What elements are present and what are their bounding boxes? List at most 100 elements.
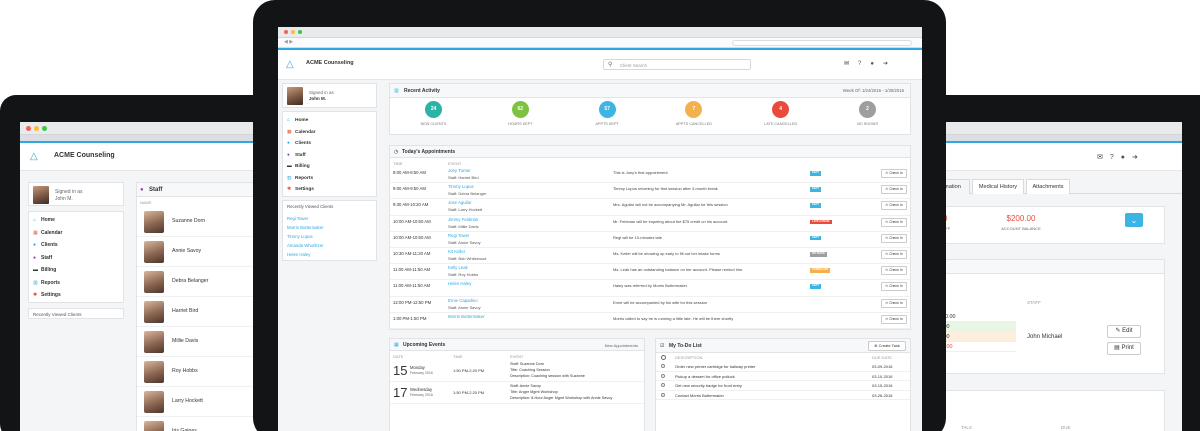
appointment-staff: Staff: Annie Savoy	[448, 304, 481, 310]
help-icon[interactable]: ?	[858, 61, 870, 67]
appointment-client[interactable]: Ernie Capadino	[448, 298, 478, 303]
check-in-button[interactable]: ⊙ Check In	[881, 314, 907, 324]
sidebar-item-clients[interactable]: ● Clients	[29, 239, 123, 252]
check-in-button[interactable]: ⊙ Check In	[881, 233, 907, 243]
appointment-client[interactable]: Jose Aguilar	[448, 200, 471, 205]
stat-label: APPTS KEPT	[595, 122, 619, 126]
logout-icon[interactable]: ➜	[883, 61, 897, 67]
home-icon: ⌂	[287, 118, 290, 123]
upcoming-events-panel: ▦ Upcoming Events New Appointments DATE …	[389, 338, 645, 431]
header-icons: ✉?●➜	[844, 60, 897, 67]
staff-name: Larry Hockett	[172, 398, 203, 404]
sidebar-item-billing[interactable]: ▬ Billing	[29, 264, 123, 277]
week-range: Week Of: 1/24/2016 - 1/30/2016	[842, 88, 904, 93]
appointment-row: 9:30 AM-10:20 AM Jose Aguilar Staff: Larry…	[390, 199, 910, 216]
tab-medical-history[interactable]: Medical History	[972, 179, 1024, 194]
left-device-frame: △ ACME Counseling Signed in as John M. ⌂…	[0, 95, 280, 431]
print-button[interactable]: ▤ Print	[1107, 342, 1141, 355]
create-task-button[interactable]: ⊕ Create Task	[868, 341, 906, 351]
appointment-row: 10:00 AM-10:50 AM Jimmy Feldman Staff: Mil…	[390, 216, 910, 232]
sidebar-item-staff[interactable]: ● Staff	[283, 150, 376, 162]
appointment-client[interactable]: Kit Keller	[448, 249, 465, 254]
appointment-time: 1:00 PM-1:50 PM	[393, 315, 427, 321]
stat-label: HOURS KEPT	[507, 122, 533, 126]
appointment-client[interactable]: Regi Tower	[448, 233, 469, 238]
check-in-button[interactable]: ⊙ Check In	[881, 298, 907, 308]
profile-icon[interactable]: ●	[870, 61, 883, 67]
profile-icon[interactable]: ●	[1121, 154, 1132, 161]
tab-attachments[interactable]: Attachments	[1026, 179, 1070, 194]
help-icon[interactable]: ?	[1110, 154, 1121, 161]
sidebar-item-home[interactable]: ⌂ Home	[283, 115, 376, 127]
todo-description: Order new printer cartridge for hallway …	[675, 364, 756, 369]
check-in-button[interactable]: ⊙ Check In	[881, 169, 907, 178]
client-search-field[interactable]: ⚲ Client Search	[603, 59, 751, 70]
todo-select-all[interactable]	[661, 355, 666, 360]
sidebar-item-reports[interactable]: ▥ Reports	[283, 173, 376, 185]
event-month: February 2016	[410, 371, 433, 375]
sidebar-item-settings[interactable]: ✱ Settings	[29, 289, 123, 302]
sidebar-item-label: Calendar	[295, 129, 316, 135]
todo-item: Get new security badge for front entry 03…	[656, 381, 910, 391]
edit-button[interactable]: ✎ Edit	[1107, 325, 1141, 338]
notifications-icon[interactable]: ✉	[1097, 154, 1110, 161]
sidebar-item-settings[interactable]: ✱ Settings	[283, 184, 376, 196]
check-in-button[interactable]: ⊙ Check In	[881, 185, 907, 195]
sidebar-item-home[interactable]: ⌂ Home	[29, 214, 123, 227]
appointment-client[interactable]: Timmy Lupus	[448, 184, 474, 189]
appointment-row: 1:00 PM-1:50 PM Morris Buttermaker Morris …	[390, 313, 910, 329]
todo-due-date: 03-15-2016	[872, 383, 893, 388]
sidebar-item-calendar[interactable]: ▦ Calendar	[29, 227, 123, 240]
check-in-button[interactable]: ⊙ Check In	[881, 250, 907, 259]
sidebar-item-reports[interactable]: ▥ Reports	[29, 277, 123, 290]
upcoming-col-event: EVENT	[510, 354, 524, 359]
notifications-icon[interactable]: ✉	[844, 61, 858, 67]
appointment-staff: Staff: Larry Hockett	[448, 207, 483, 213]
appointment-client[interactable]: Joey Turner	[448, 168, 471, 173]
user-name: John M.	[55, 196, 73, 202]
logout-icon[interactable]: ➜	[1132, 154, 1145, 161]
sidebar-item-label: Clients	[41, 242, 58, 248]
due-label: DUE	[1061, 425, 1071, 430]
balance-label: ACCOUNT BALANCE	[1001, 226, 1041, 231]
check-in-button[interactable]: ⊙ Check In	[881, 217, 907, 227]
sidebar-item-label: Home	[41, 217, 55, 223]
browser-tab-strip	[915, 135, 1182, 141]
new-appointments-link[interactable]: New Appointments	[605, 343, 638, 348]
recent-clients-panel: Recently Viewed Clients Regi Tower Morris…	[282, 200, 377, 261]
sidebar-item-staff[interactable]: ● Staff	[29, 252, 123, 265]
todo-checkbox[interactable]	[661, 383, 665, 387]
todo-checkbox[interactable]	[661, 373, 665, 378]
todo-checkbox[interactable]	[661, 364, 665, 368]
recent-client-link[interactable]: Morris Buttermaker	[287, 223, 324, 232]
recent-client-link[interactable]: Regi Tower	[287, 214, 324, 223]
back-forward-icon[interactable]: ◀ ▶	[284, 39, 293, 45]
appointment-note: Ernie will be accompanied by his wife fo…	[613, 299, 708, 305]
address-field[interactable]	[732, 40, 912, 46]
recent-client-link[interactable]: Helen Haley	[287, 250, 324, 259]
user-name: John M.	[309, 96, 326, 101]
user-avatar	[33, 186, 49, 204]
sidebar-item-clients[interactable]: ● Clients	[283, 138, 376, 150]
appointment-row: 10:00 AM-10:50 AM Regi Tower Staff: Annie …	[390, 232, 910, 248]
recent-client-link[interactable]: Timmy Lupus	[287, 232, 324, 241]
appointment-client[interactable]: Helen Haley	[448, 281, 471, 286]
todo-checkbox[interactable]	[661, 392, 665, 397]
appointment-note: Regi will be 10-minutes late	[613, 234, 662, 240]
expand-button[interactable]: ⌄	[1125, 213, 1143, 227]
sidebar-item-billing[interactable]: ▬ Billing	[283, 161, 376, 173]
appointment-client[interactable]: Morris Buttermaker	[448, 314, 485, 319]
signed-in-card: Signed in as John M.	[28, 182, 124, 206]
check-in-button[interactable]: ⊙ Check In	[881, 266, 907, 276]
appointment-client[interactable]: Jimmy Feldman	[448, 217, 478, 222]
event-staff: Staff: Annie Savoy	[510, 384, 541, 388]
check-in-label: Check In	[889, 316, 903, 321]
staff-name: Suzanne Dorn	[172, 218, 206, 224]
print-icon: ▤	[1114, 345, 1120, 351]
event-time: 1:50 PM-2:20 PM	[453, 368, 485, 373]
recent-client-link[interactable]: Amanda Whurlitzer	[287, 241, 324, 250]
appointment-client[interactable]: Kelly Leak	[448, 265, 468, 270]
check-in-button[interactable]: ⊙ Check In	[881, 201, 907, 211]
check-in-button[interactable]: ⊙ Check In	[881, 282, 907, 292]
sidebar-item-calendar[interactable]: ▦ Calendar	[283, 127, 376, 139]
